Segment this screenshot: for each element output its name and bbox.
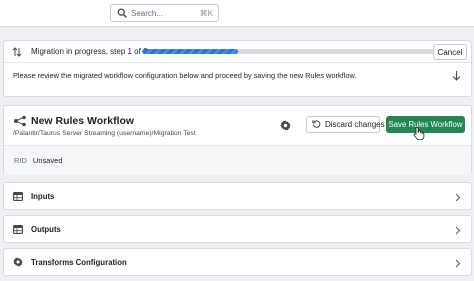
- settings-gear-icon[interactable]: [278, 118, 292, 132]
- workflow-panel: New Rules Workflow /Palantir/Taurus Serv…: [3, 105, 472, 175]
- hand-cursor-icon: [413, 126, 425, 141]
- discard-changes-button[interactable]: Discard changes: [306, 116, 385, 133]
- search-placeholder: Search...: [131, 8, 164, 18]
- save-rules-workflow-button[interactable]: Save Rules Workflow: [386, 116, 465, 133]
- migration-message: Please review the migrated workflow conf…: [13, 71, 357, 80]
- undo-icon: [312, 119, 321, 130]
- gear-icon: [13, 257, 23, 267]
- migration-progress-fill: [142, 49, 239, 54]
- swap-vertical-icon: [12, 46, 22, 57]
- table-icon: [13, 224, 23, 234]
- workflow-header: New Rules Workflow /Palantir/Taurus Serv…: [4, 106, 471, 146]
- migration-panel: Migration in progress, step 1 of 3 Cance…: [3, 40, 472, 97]
- chevron-right-icon: [454, 192, 462, 202]
- section-outputs[interactable]: Outputs: [3, 215, 472, 243]
- section-outputs-label: Outputs: [31, 224, 61, 234]
- table-icon: [13, 191, 23, 201]
- rid-label: RID: [14, 156, 27, 165]
- rid-value: Unsaved: [32, 156, 63, 165]
- workflow-icon: [13, 115, 27, 127]
- section-transforms-label: Transforms Configuration: [31, 257, 127, 267]
- search-input[interactable]: Search... ⌘K: [110, 4, 219, 22]
- section-transforms-configuration[interactable]: Transforms Configuration: [3, 248, 472, 276]
- search-icon: [116, 8, 127, 19]
- section-inputs[interactable]: Inputs: [3, 182, 472, 210]
- workflow-title: New Rules Workflow: [31, 115, 135, 127]
- rid-row: RID Unsaved: [4, 146, 471, 175]
- top-bar: Search... ⌘K: [0, 0, 474, 27]
- discard-changes-label: Discard changes: [325, 120, 385, 129]
- migration-status: Migration in progress, step 1 of 3: [31, 47, 148, 56]
- search-shortcut: ⌘K: [199, 8, 213, 18]
- section-inputs-label: Inputs: [31, 191, 55, 201]
- cancel-button[interactable]: Cancel: [433, 44, 467, 60]
- chevron-right-icon: [454, 225, 462, 235]
- workflow-path[interactable]: /Palantir/Taurus Server Streaming (usern…: [13, 130, 196, 137]
- migration-progress-bar: [142, 49, 434, 54]
- arrow-down-icon[interactable]: [451, 69, 461, 81]
- chevron-right-icon: [454, 258, 462, 268]
